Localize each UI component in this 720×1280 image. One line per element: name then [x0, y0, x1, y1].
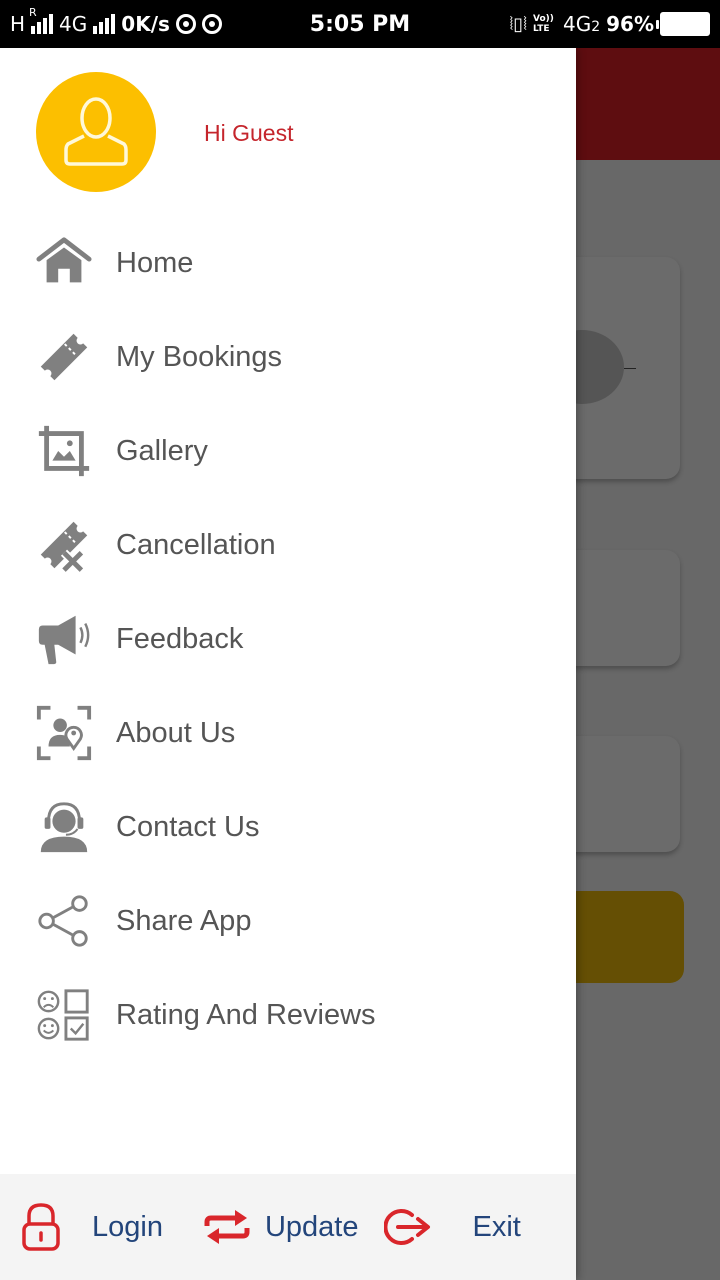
menu-label: My Bookings [116, 340, 283, 373]
vibrate-icon: ⦚▯⦚ [509, 13, 527, 35]
menu-label: Cancellation [116, 528, 276, 561]
battery-percent: 96% [606, 12, 654, 36]
home-icon [34, 233, 94, 293]
headset-icon [34, 797, 94, 857]
menu-item-cancellation[interactable]: Cancellation [0, 498, 576, 592]
data-speed: 0K/s [121, 12, 170, 36]
network-right-type: 4G [562, 12, 592, 36]
chrome-icon [175, 14, 196, 34]
menu-item-rating-reviews[interactable]: Rating And Reviews [0, 968, 576, 1062]
menu-label: Contact Us [116, 810, 260, 843]
avatar[interactable] [36, 72, 156, 192]
menu-item-share-app[interactable]: Share App [0, 874, 576, 968]
network-right-label: 4G2 [563, 12, 600, 36]
sim-slot: 2 [591, 19, 601, 35]
update-label: Update [264, 1210, 359, 1243]
menu-item-home[interactable]: Home [0, 216, 576, 310]
menu-label: About Us [116, 716, 236, 749]
ticket-cancel-icon [34, 515, 94, 575]
about-icon [34, 703, 94, 763]
login-button[interactable]: Login [20, 1174, 163, 1280]
chrome-icon [201, 14, 222, 34]
menu-item-gallery[interactable]: Gallery [0, 404, 576, 498]
menu-label: Gallery [116, 434, 208, 467]
status-bar: H R 4G 0K/s 5:05 PM ⦚▯⦚ Vo)) LTE 4G2 96% [0, 0, 720, 48]
drawer-menu: Home My Bookings Gallery Cancellation Fe… [0, 216, 576, 1062]
exit-label: Exit [472, 1210, 521, 1243]
swap-arrows-icon [203, 1208, 251, 1246]
user-icon [64, 97, 128, 166]
background-app-header [576, 48, 720, 160]
volte-label: Vo)) LTE [532, 14, 554, 34]
battery-icon [656, 12, 710, 36]
menu-item-my-bookings[interactable]: My Bookings [0, 310, 576, 404]
share-icon [34, 891, 94, 951]
menu-label: Home [116, 246, 194, 279]
menu-label: Feedback [116, 622, 244, 655]
megaphone-icon [34, 609, 94, 669]
network-type-label: 4G [59, 12, 88, 36]
menu-label: Rating And Reviews [116, 998, 376, 1031]
login-label: Login [92, 1210, 163, 1243]
background-search-button [560, 891, 684, 983]
exit-button[interactable]: Exit [384, 1174, 521, 1280]
gallery-icon [34, 421, 94, 481]
menu-item-contact-us[interactable]: Contact Us [0, 780, 576, 874]
ticket-icon [34, 327, 94, 387]
menu-label: Share App [116, 904, 252, 937]
rating-icon [34, 985, 94, 1045]
network-h-label: H [10, 12, 26, 36]
lock-icon [20, 1202, 62, 1252]
exit-icon [384, 1207, 434, 1247]
background-divider [624, 368, 636, 369]
update-button[interactable]: Update [203, 1174, 359, 1280]
drawer-bottom-bar: Login Update Exit [0, 1174, 576, 1280]
signal-icon-2 [93, 14, 116, 34]
greeting-text: Hi Guest [204, 120, 294, 146]
clock: 5:05 PM [309, 11, 411, 37]
roaming-label: R [29, 6, 37, 19]
navigation-drawer: Hi Guest Home My Bookings Gallery Cancel… [0, 48, 576, 1280]
menu-item-feedback[interactable]: Feedback [0, 592, 576, 686]
signal-icon: R [29, 6, 54, 34]
menu-item-about-us[interactable]: About Us [0, 686, 576, 780]
